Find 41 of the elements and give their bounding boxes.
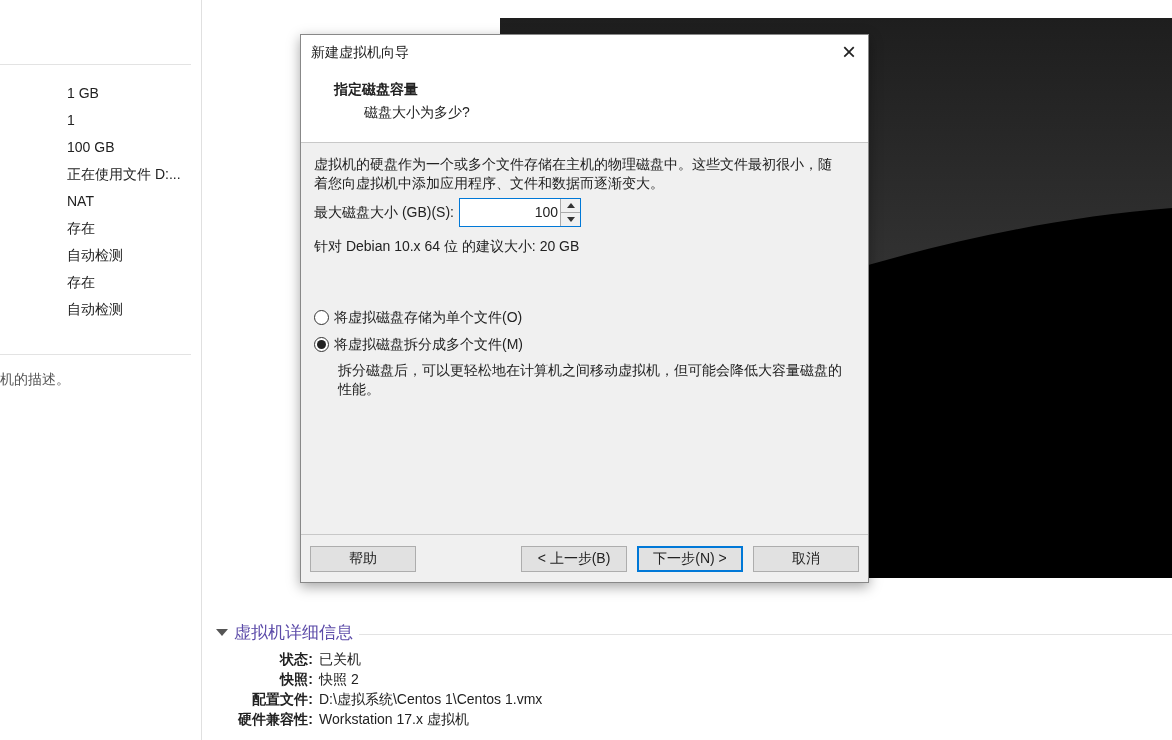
dialog-button[interactable]: < 上一步(B) bbox=[521, 545, 627, 572]
radio-option[interactable]: 将虚拟磁盘拆分成多个文件(M) bbox=[314, 334, 843, 355]
intro-text: 虚拟机的硬盘作为一个或多个文件存储在主机的物理磁盘中。这些文件最初很小，随着您向虚拟机中添加应用程序、文件和数据而逐渐变大。 bbox=[314, 155, 833, 193]
device-value: 1 GB bbox=[67, 84, 100, 103]
detail-label: 状态: bbox=[278, 650, 313, 669]
detail-label: 配置文件: bbox=[251, 690, 313, 709]
device-value: NAT bbox=[67, 192, 95, 211]
detail-label: 硬件兼容性: bbox=[237, 710, 313, 729]
device-value: 自动检测 bbox=[67, 246, 124, 265]
dialog-button[interactable]: 取消 bbox=[753, 545, 859, 572]
device-value: 存在 bbox=[67, 273, 96, 292]
detail-value: 已关机 bbox=[319, 650, 361, 669]
radio-button[interactable] bbox=[314, 310, 329, 325]
device-value: 1 bbox=[67, 111, 76, 130]
detail-label: 快照: bbox=[278, 670, 313, 689]
option-note: 拆分磁盘后，可以更轻松地在计算机之间移动虚拟机，但可能会降低大容量磁盘的性能。 bbox=[338, 361, 843, 399]
detail-value: Workstation 17.x 虚拟机 bbox=[319, 710, 469, 729]
radio-button[interactable] bbox=[314, 337, 329, 352]
device-value: 100 GB bbox=[67, 138, 116, 157]
close-button[interactable]: × bbox=[842, 40, 856, 64]
dialog-button[interactable]: 下一步(N) > bbox=[637, 545, 743, 572]
device-value: 自动检测 bbox=[67, 300, 124, 319]
radio-option[interactable]: 将虚拟磁盘存储为单个文件(O) bbox=[314, 307, 843, 328]
spin-up-button[interactable] bbox=[561, 199, 580, 213]
dialog-button[interactable]: 帮助 bbox=[310, 545, 416, 572]
detail-value: D:\虚拟系统\Centos 1\Centos 1.vmx bbox=[319, 690, 543, 709]
dialog-title: 新建虚拟机向导 bbox=[311, 42, 409, 62]
recommendation-text: 针对 Debian 10.x 64 位 的建议大小: 20 GB bbox=[314, 237, 580, 256]
up-arrow-icon bbox=[566, 203, 575, 208]
down-arrow-icon bbox=[566, 217, 575, 222]
wizard-subheading: 磁盘大小为多少? bbox=[364, 103, 470, 122]
detail-value: 快照 2 bbox=[319, 670, 359, 689]
description-text: 机的描述。 bbox=[0, 371, 70, 387]
wizard-heading: 指定磁盘容量 bbox=[334, 80, 418, 99]
size-label: 最大磁盘大小 (GB)(S): bbox=[314, 203, 454, 222]
disk-size-spinbox[interactable]: 100 bbox=[459, 198, 581, 227]
collapse-triangle-icon[interactable] bbox=[216, 628, 228, 637]
device-value: 正在使用文件 D:... bbox=[67, 165, 182, 184]
section-title: 虚拟机详细信息 bbox=[234, 622, 353, 644]
spin-down-button[interactable] bbox=[561, 213, 580, 226]
device-value: 存在 bbox=[67, 219, 96, 238]
